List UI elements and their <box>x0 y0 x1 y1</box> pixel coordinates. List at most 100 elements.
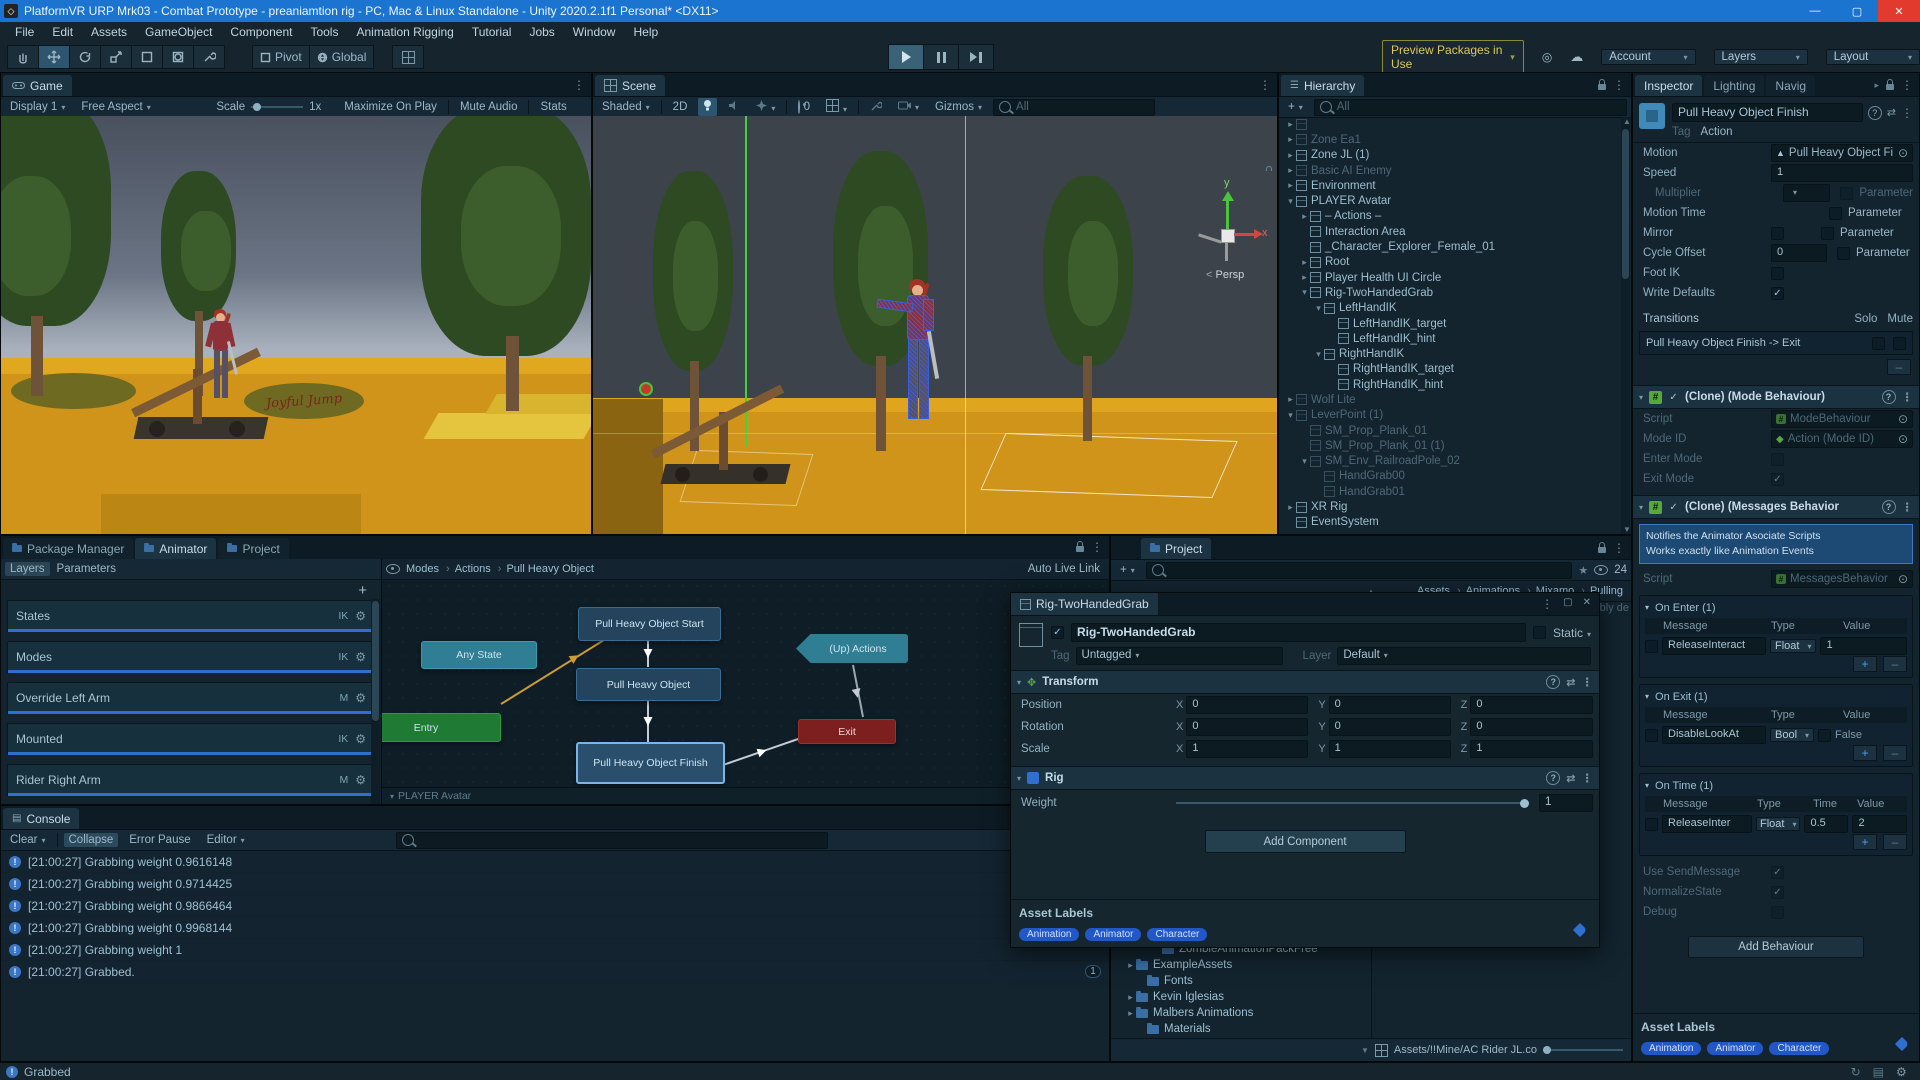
breadcrumb-item[interactable]: Actions <box>441 563 491 575</box>
project-folder-row[interactable]: ▸ ExampleAssets <box>1111 957 1369 973</box>
use-send-message-checkbox[interactable] <box>1771 866 1784 879</box>
component-menu-icon[interactable] <box>1582 675 1594 689</box>
hierarchy-item[interactable]: EventSystem <box>1279 515 1621 530</box>
console-search-input[interactable] <box>396 832 828 849</box>
settings-icon[interactable] <box>1896 1065 1907 1079</box>
transform-tool-icon[interactable] <box>162 45 194 69</box>
behaviour-enabled-checkbox[interactable] <box>1668 502 1679 513</box>
hierarchy-item[interactable]: ▾ RightHandIK <box>1279 346 1621 361</box>
weight-value-field[interactable]: 1 <box>1539 794 1593 812</box>
asset-label-tag[interactable]: Character <box>1769 1042 1829 1055</box>
hierarchy-item[interactable]: ▸ Environment <box>1279 178 1621 193</box>
foldout-arrow-icon[interactable]: ▾ <box>1285 196 1296 207</box>
mirror-checkbox[interactable] <box>1771 227 1784 240</box>
auto-live-link-button[interactable]: Auto Live Link <box>1023 562 1105 576</box>
preset-icon[interactable] <box>1887 106 1896 119</box>
create-object-button[interactable]: + <box>1283 100 1308 114</box>
remove-message-button[interactable]: – <box>1883 745 1907 761</box>
hierarchy-item[interactable]: ▸ Wolf Lite <box>1279 392 1621 407</box>
hierarchy-item[interactable]: ▸ – Actions – <box>1279 209 1621 224</box>
menu-item[interactable]: Jobs <box>520 25 563 39</box>
menu-item[interactable]: Animation Rigging <box>347 25 462 39</box>
global-toggle[interactable]: Global <box>309 45 375 69</box>
position-y-field[interactable]: 0 <box>1329 696 1451 714</box>
asset-label-tag[interactable]: Animation <box>1019 928 1079 941</box>
account-dropdown[interactable]: Account <box>1601 49 1695 65</box>
lock-icon[interactable] <box>1076 546 1084 552</box>
project-search-input[interactable] <box>1146 562 1573 579</box>
shading-mode-dropdown[interactable]: Shaded <box>597 100 655 114</box>
node-pull-heavy-object-start[interactable]: Pull Heavy Object Start <box>578 607 721 641</box>
layer-settings-gear-icon[interactable] <box>355 609 366 623</box>
collab-icon[interactable] <box>1542 50 1552 64</box>
menu-item[interactable]: Component <box>221 25 301 39</box>
gameobject-name-field[interactable]: Rig-TwoHandedGrab <box>1071 623 1526 642</box>
console-log-row[interactable]: ! [21:00:27] Grabbing weight 0.9714425 <box>1 873 1109 895</box>
hierarchy-item[interactable]: ▸ Root <box>1279 255 1621 270</box>
hierarchy-item[interactable]: RightHandIK_hint <box>1279 377 1621 392</box>
menu-item[interactable]: Edit <box>43 25 82 39</box>
static-checkbox[interactable] <box>1533 626 1546 639</box>
active-checkbox[interactable] <box>1051 626 1064 639</box>
debug-checkbox[interactable] <box>1771 906 1784 919</box>
project-folder-row[interactable]: ▸ Kevin Iglesias <box>1111 989 1369 1005</box>
inspector-tab[interactable]: Navig <box>1766 75 1815 96</box>
lighting-toggle-icon[interactable] <box>698 98 717 116</box>
message-time-field[interactable]: 0.5 <box>1804 815 1848 833</box>
scale-y-field[interactable]: 1 <box>1329 740 1451 758</box>
project-folder-row[interactable]: Materials <box>1111 1021 1369 1037</box>
hierarchy-item[interactable]: ▾ LeverPoint (1) <box>1279 408 1621 423</box>
layers-dropdown[interactable]: Layers <box>1714 49 1808 65</box>
menu-item[interactable]: Help <box>624 25 667 39</box>
component-menu-icon[interactable] <box>1902 500 1914 514</box>
layer-settings-gear-icon[interactable] <box>355 732 366 746</box>
hierarchy-item[interactable]: ▸ Basic AI Enemy <box>1279 163 1621 178</box>
cycle-offset-field[interactable]: 0 <box>1771 244 1827 262</box>
menu-item[interactable]: File <box>6 25 43 39</box>
console-collapse-toggle[interactable]: Collapse <box>64 833 119 847</box>
foldout-arrow-icon[interactable]: ▸ <box>1299 272 1310 283</box>
foldout-arrow-icon[interactable]: ▸ <box>1285 502 1296 513</box>
console-activity-icon[interactable]: ▤ <box>1873 1065 1884 1079</box>
display-dropdown[interactable]: Display 1 <box>5 100 70 114</box>
hierarchy-item[interactable]: _Character_Explorer_Female_01 <box>1279 239 1621 254</box>
animator-layer-row[interactable]: Mounted IK <box>7 723 375 755</box>
hierarchy-item[interactable]: ▾ PLAYER Avatar <box>1279 193 1621 208</box>
position-x-field[interactable]: 0 <box>1186 696 1308 714</box>
tab-game[interactable]: Game <box>3 75 72 96</box>
layer-settings-gear-icon[interactable] <box>355 773 366 787</box>
orientation-gizmo[interactable]: y x < Persp <box>1188 191 1268 286</box>
layout-dropdown[interactable]: Layout <box>1826 49 1920 65</box>
script-field[interactable]: #MessagesBehavior <box>1771 570 1913 588</box>
rotation-x-field[interactable]: 0 <box>1186 718 1308 736</box>
weight-slider[interactable] <box>1176 802 1529 804</box>
node-up-actions[interactable]: (Up) Actions <box>796 634 908 663</box>
scale-tool-icon[interactable] <box>100 45 132 69</box>
tab-scroll-icon[interactable]: ▸ <box>1874 80 1879 91</box>
cloud-icon[interactable] <box>1570 49 1583 65</box>
message-type-dropdown[interactable]: Float <box>1770 639 1816 653</box>
scale-slider[interactable] <box>251 106 303 108</box>
hierarchy-menu-icon[interactable] <box>1613 78 1625 92</box>
scene-menu-icon[interactable] <box>1259 78 1271 92</box>
tab-project[interactable]: Project <box>1141 538 1211 559</box>
write-defaults-checkbox[interactable] <box>1771 287 1784 300</box>
hierarchy-item[interactable]: ▾ LeftHandIK <box>1279 301 1621 316</box>
gizmos-dropdown[interactable]: Gizmos <box>930 100 987 114</box>
rect-tool-icon[interactable] <box>131 45 163 69</box>
node-exit[interactable]: Exit <box>798 719 896 744</box>
tab-console[interactable]: ▤Console <box>3 808 79 829</box>
speed-field[interactable]: 1 <box>1771 164 1913 182</box>
foldout-arrow-icon[interactable]: ▾ <box>1313 303 1324 314</box>
foldout-arrow-icon[interactable]: ▾ <box>1285 410 1296 421</box>
hierarchy-item[interactable]: ▸ Player Health UI Circle <box>1279 270 1621 285</box>
add-behaviour-button[interactable]: Add Behaviour <box>1688 936 1864 958</box>
play-button[interactable] <box>888 44 924 70</box>
console-log-row[interactable]: ! [21:00:27] Grabbing weight 1 <box>1 939 1109 961</box>
foldout-arrow-icon[interactable]: ▸ <box>1285 119 1296 130</box>
behaviour-enabled-checkbox[interactable] <box>1668 392 1679 403</box>
static-dropdown[interactable]: Static <box>1553 626 1591 640</box>
foldout-arrow-icon[interactable]: ▾ <box>1299 456 1310 467</box>
add-layer-button[interactable]: + <box>1 580 381 600</box>
game-menu-icon[interactable] <box>573 78 585 92</box>
